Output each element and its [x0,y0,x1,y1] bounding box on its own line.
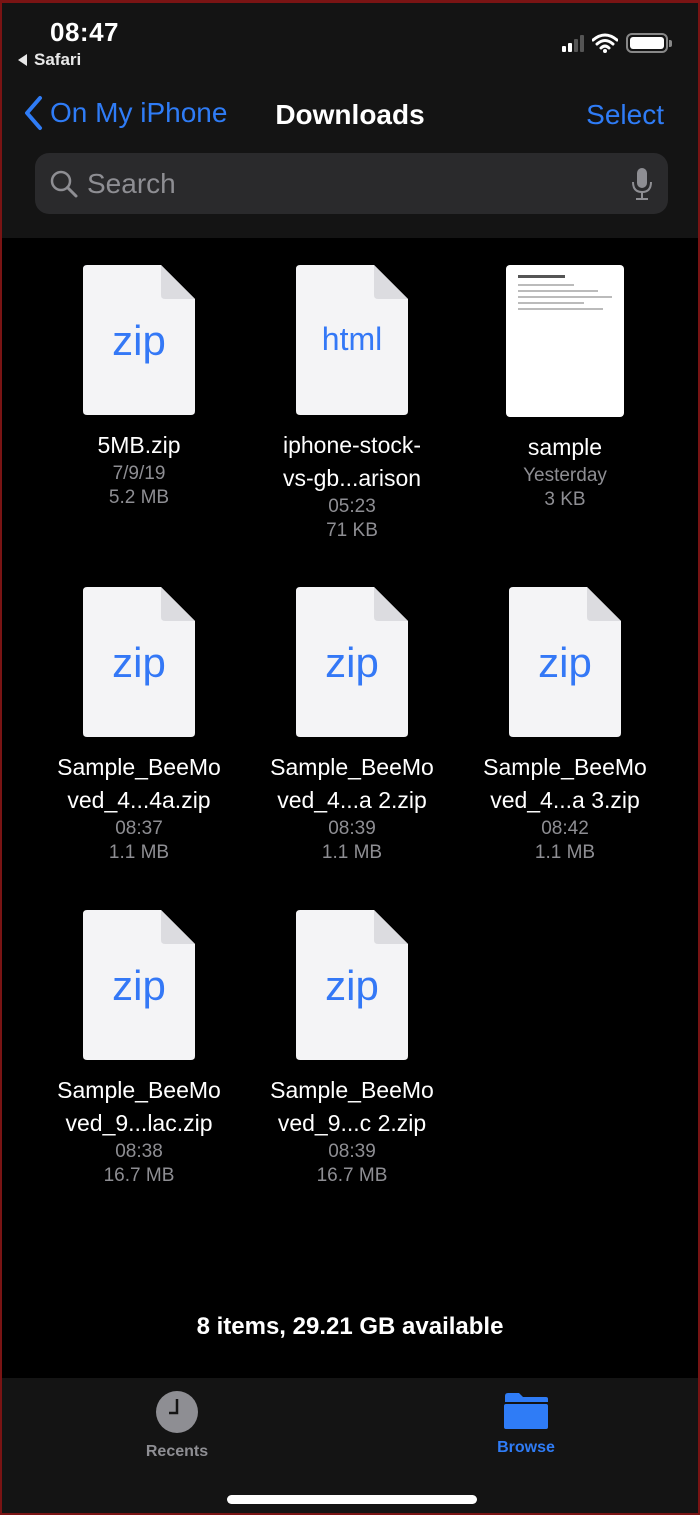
file-extension-label: zip [325,639,379,686]
back-app-label: Safari [34,50,82,69]
file-name-line: ved_4...4a.zip [67,787,211,813]
file-date: 08:42 [541,818,589,839]
zip-file-icon: zip [83,910,195,1060]
file-name: sample [465,431,665,464]
tab-recents[interactable]: Recents [117,1390,237,1461]
clock-icon [156,1391,198,1433]
zip-file-icon: zip [296,910,408,1060]
search-icon [50,170,78,197]
file-extension-label: html [321,321,383,357]
file-name-line: Sample_BeeMo [57,754,221,780]
file-extension-label: zip [325,962,379,1009]
file-date: 08:38 [115,1141,163,1162]
home-indicator[interactable] [227,1495,477,1504]
wifi-icon [592,33,618,53]
file-size: 71 KB [326,520,378,541]
file-item[interactable]: zip Sample_BeeMo ved_9...c 2.zip 08:39 16.7 … [252,910,452,1188]
file-name-line: Sample_BeeMo [270,754,434,780]
file-extension-label: zip [112,317,166,364]
header: 08:47 Safari On My iPhone Downloads Sele… [2,3,698,238]
file-name: Sample_BeeMo ved_9...c 2.zip [252,1074,452,1140]
file-item[interactable]: html iphone-stock-vs-gb...arison 05:23 71 K… [252,265,452,543]
file-name: iphone-stock-vs-gb...arison [252,429,452,495]
storage-summary: 8 items, 29.21 GB available [196,1313,504,1340]
zip-file-icon: zip [509,587,621,737]
file-size: 5.2 MB [108,487,170,508]
file-item[interactable]: zip 5MB.zip 7/9/19 5.2 MB [39,265,239,510]
file-name: 5MB.zip [39,429,239,462]
back-button[interactable]: On My iPhone [22,95,227,131]
tab-browse-label: Browse [497,1439,555,1456]
microphone-icon[interactable] [630,167,654,201]
file-size: 1.1 MB [534,842,596,863]
file-extension-label: zip [538,639,592,686]
battery-icon [626,33,672,53]
tab-recents-label: Recents [145,1443,209,1460]
file-name-line: ved_9...lac.zip [65,1110,213,1136]
file-size: 16.7 MB [316,1165,388,1186]
file-item[interactable]: zip Sample_BeeMo ved_4...a 3.zip 08:42 1.1 M… [465,587,665,865]
file-size: 3 KB [544,489,586,510]
file-date: Yesterday [523,465,607,486]
search-input[interactable] [87,167,630,200]
zip-file-icon: zip [296,587,408,737]
select-button[interactable]: Select [586,99,664,131]
html-file-icon: html [296,265,408,415]
file-item[interactable]: sample Yesterday 3 KB [465,265,665,512]
file-name-line: Sample_BeeMo [270,1077,434,1103]
file-name-line: Sample_BeeMo [57,1077,221,1103]
file-name-line: iphone-stock- [282,432,422,458]
status-time: 08:47 [50,17,119,47]
document-thumbnail [506,265,624,417]
file-size: 1.1 MB [321,842,383,863]
file-item[interactable]: zip Sample_BeeMo ved_9...lac.zip 08:38 16.7 … [39,910,239,1188]
file-name-line: ved_4...a 2.zip [277,787,427,813]
file-name: Sample_BeeMo ved_4...a 2.zip [252,751,452,817]
folder-icon [504,1393,548,1429]
file-name-line: vs-gb...arison [282,465,422,491]
file-item[interactable]: zip Sample_BeeMo ved_4...a 2.zip 08:39 1.1 M… [252,587,452,865]
chevron-left-icon [25,96,42,130]
back-triangle-icon [18,54,27,66]
navigation-bar: On My iPhone Downloads Select [2,91,698,139]
file-size: 1.1 MB [108,842,170,863]
files-app-screen: 08:47 Safari On My iPhone Downloads Sele… [0,0,700,1515]
file-name-line: Sample_BeeMo [483,754,647,780]
file-item[interactable]: zip Sample_BeeMo ved_4...4a.zip 08:37 1.1 MB [39,587,239,865]
file-size: 16.7 MB [103,1165,175,1186]
file-extension-label: zip [112,962,166,1009]
file-date: 08:37 [115,818,163,839]
file-name: Sample_BeeMo ved_4...a 3.zip [465,751,665,817]
status-indicators [562,33,672,53]
search-bar[interactable] [35,153,668,214]
tab-browse[interactable]: Browse [466,1390,586,1457]
zip-file-icon: zip [83,587,195,737]
cellular-signal-icon [562,34,584,52]
file-date: 08:39 [328,818,376,839]
file-date: 7/9/19 [112,463,166,484]
file-name-line: ved_9...c 2.zip [277,1110,427,1136]
file-name-line: sample [527,434,603,460]
file-name-line: ved_4...a 3.zip [490,787,640,813]
file-name-line: 5MB.zip [97,432,181,458]
file-name: Sample_BeeMo ved_4...4a.zip [39,751,239,817]
back-to-app-link[interactable]: Safari [18,50,81,70]
file-name: Sample_BeeMo ved_9...lac.zip [39,1074,239,1140]
file-date: 08:39 [328,1141,376,1162]
file-extension-label: zip [112,639,166,686]
zip-file-icon: zip [83,265,195,415]
back-button-label: On My iPhone [50,97,228,128]
file-date: 05:23 [328,496,376,517]
